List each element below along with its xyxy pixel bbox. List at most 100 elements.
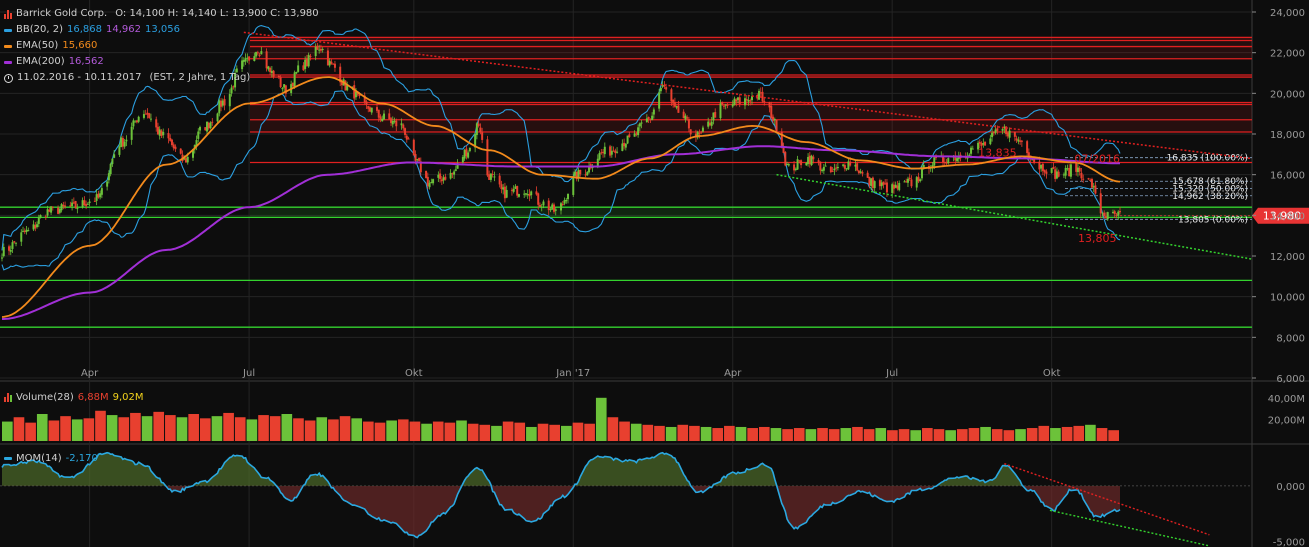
candle[interactable] <box>992 131 995 134</box>
candle[interactable] <box>672 99 675 104</box>
candle[interactable] <box>88 201 91 203</box>
candle[interactable] <box>682 111 685 119</box>
candle[interactable] <box>25 229 28 232</box>
candle[interactable] <box>956 158 959 162</box>
candle[interactable] <box>847 161 850 170</box>
candle[interactable] <box>882 181 885 185</box>
candle[interactable] <box>425 170 428 178</box>
candle[interactable] <box>917 176 920 182</box>
candle[interactable] <box>610 150 613 155</box>
candle[interactable] <box>135 120 138 123</box>
volume-bar[interactable] <box>863 429 875 441</box>
volume-bar[interactable] <box>840 428 852 441</box>
candle[interactable] <box>148 113 151 118</box>
volume-bar[interactable] <box>363 421 374 441</box>
candle[interactable] <box>510 189 513 191</box>
candle[interactable] <box>170 139 173 146</box>
candle[interactable] <box>854 164 857 167</box>
candle[interactable] <box>514 186 517 189</box>
volume-bar[interactable] <box>665 426 677 441</box>
candle[interactable] <box>880 182 883 187</box>
candle[interactable] <box>903 181 906 183</box>
candle[interactable] <box>50 206 53 213</box>
candle[interactable] <box>486 139 489 176</box>
candle[interactable] <box>726 104 729 106</box>
candle[interactable] <box>451 173 454 175</box>
volume-bar[interactable] <box>409 421 421 441</box>
candle[interactable] <box>144 113 147 115</box>
candle[interactable] <box>633 133 636 137</box>
candle[interactable] <box>1094 185 1097 194</box>
volume-bar[interactable] <box>293 418 304 441</box>
candle[interactable] <box>169 137 172 141</box>
candle[interactable] <box>118 146 121 155</box>
candle[interactable] <box>822 167 825 171</box>
candle[interactable] <box>906 178 909 183</box>
candle[interactable] <box>670 89 673 102</box>
candle[interactable] <box>8 246 11 251</box>
candle[interactable] <box>910 179 913 187</box>
volume-bar[interactable] <box>770 428 782 441</box>
candle[interactable] <box>512 188 515 192</box>
candle[interactable] <box>221 100 224 106</box>
candle[interactable] <box>759 92 762 94</box>
candle[interactable] <box>405 135 408 140</box>
volume-bar[interactable] <box>980 426 991 441</box>
candle[interactable] <box>749 100 752 102</box>
candle[interactable] <box>798 160 801 162</box>
candle[interactable] <box>891 184 894 193</box>
legend-date-range[interactable]: 11.02.2016 - 10.11.2017 (EST, 2 Jahre, 1… <box>4 70 319 86</box>
volume-bar[interactable] <box>479 424 491 441</box>
candle[interactable] <box>786 164 789 166</box>
candle[interactable] <box>810 155 813 166</box>
candle[interactable] <box>933 157 936 166</box>
candle[interactable] <box>943 161 946 163</box>
candle[interactable] <box>51 206 54 208</box>
candle[interactable] <box>465 148 468 157</box>
candle[interactable] <box>731 104 734 107</box>
candle[interactable] <box>896 185 899 189</box>
candle[interactable] <box>60 204 63 211</box>
candle[interactable] <box>223 99 226 106</box>
candle[interactable] <box>609 146 612 156</box>
candle[interactable] <box>332 63 335 65</box>
candle[interactable] <box>113 154 116 158</box>
candle[interactable] <box>1106 212 1109 220</box>
candle[interactable] <box>540 206 543 208</box>
volume-bar[interactable] <box>1015 429 1026 441</box>
volume-bar[interactable] <box>269 416 281 441</box>
candle[interactable] <box>873 181 876 189</box>
volume-bar[interactable] <box>805 429 817 441</box>
candle[interactable] <box>402 124 405 129</box>
candle[interactable] <box>1115 214 1118 216</box>
candle[interactable] <box>700 131 703 133</box>
candle[interactable] <box>498 175 501 185</box>
candle[interactable] <box>651 115 654 120</box>
candle[interactable] <box>770 105 773 119</box>
candle[interactable] <box>794 168 797 170</box>
volume-bar[interactable] <box>1096 428 1108 441</box>
candle[interactable] <box>99 193 102 198</box>
candle[interactable] <box>812 156 815 160</box>
candle[interactable] <box>596 158 599 167</box>
candle[interactable] <box>86 203 89 205</box>
candle[interactable] <box>120 137 123 147</box>
candle[interactable] <box>970 147 973 154</box>
candle[interactable] <box>333 63 336 68</box>
candle[interactable] <box>368 107 371 112</box>
candle[interactable] <box>724 104 727 106</box>
candle[interactable] <box>721 102 724 105</box>
candle[interactable] <box>572 176 575 195</box>
candle[interactable] <box>44 216 47 218</box>
candle[interactable] <box>673 102 676 107</box>
candle[interactable] <box>1 257 3 259</box>
candle[interactable] <box>984 141 987 146</box>
candle[interactable] <box>793 164 796 171</box>
candle[interactable] <box>870 178 873 186</box>
candle[interactable] <box>686 117 689 119</box>
volume-bar[interactable] <box>654 425 665 441</box>
candle[interactable] <box>665 87 668 90</box>
candle[interactable] <box>603 146 606 155</box>
candle[interactable] <box>1064 167 1067 176</box>
candle[interactable] <box>701 127 704 132</box>
